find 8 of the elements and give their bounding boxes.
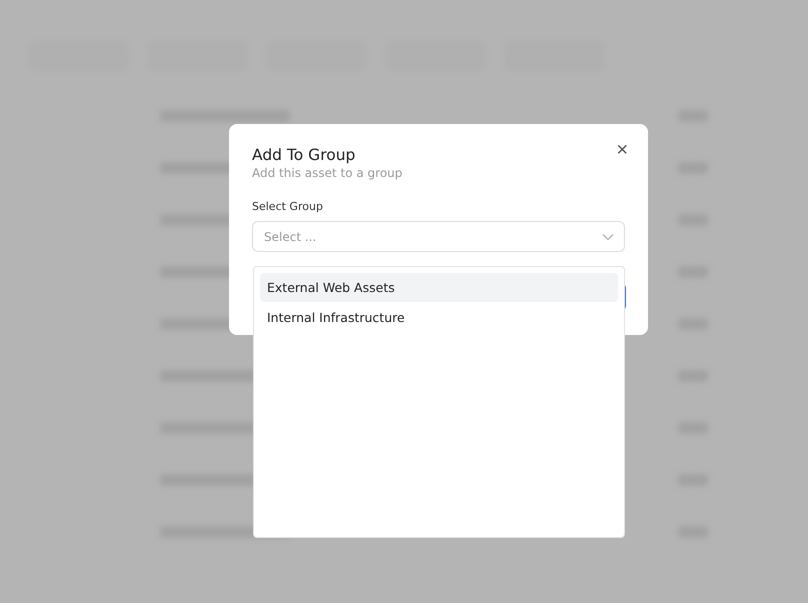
dropdown-option[interactable]: Internal Infrastructure xyxy=(260,303,618,332)
group-select[interactable]: Select ... xyxy=(252,221,625,252)
field-label: Select Group xyxy=(252,200,323,213)
dropdown-option[interactable]: External Web Assets xyxy=(260,273,618,302)
dialog-title: Add To Group xyxy=(252,146,356,164)
chevron-down-icon xyxy=(602,233,614,241)
dialog-subtitle: Add this asset to a group xyxy=(252,166,402,180)
close-button[interactable]: × xyxy=(614,138,630,162)
